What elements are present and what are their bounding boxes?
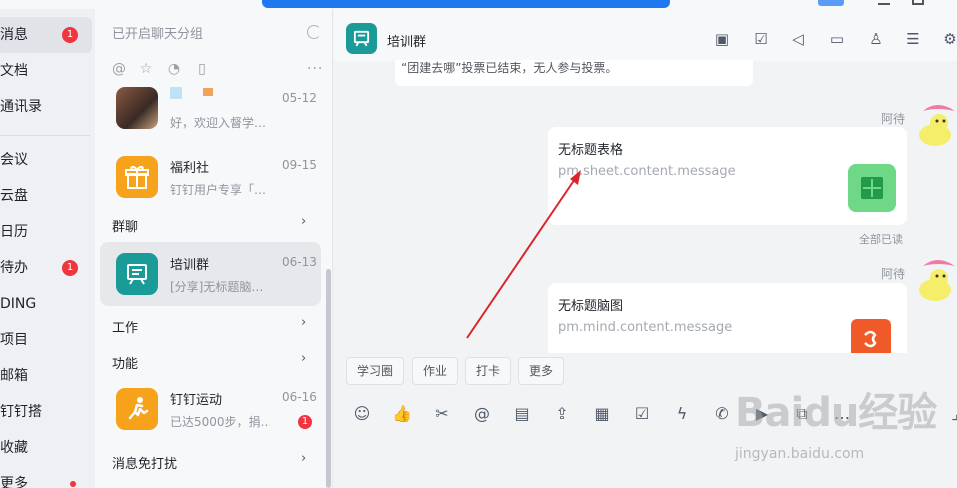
nav-label: 钉钉搭 — [0, 404, 42, 420]
watermark-logo-text: Baidu经验 — [735, 390, 937, 436]
conversation-preview: 钉钉用户专享「… — [170, 183, 267, 197]
star-icon[interactable]: ☆ — [138, 61, 154, 77]
nav-item-meeting[interactable]: 会议 — [0, 142, 92, 178]
conversation-title: 培训群 — [170, 258, 210, 273]
nav-label: 会议 — [0, 152, 28, 168]
nav-divider — [0, 135, 90, 136]
conversation-item[interactable]: 05-12 好，欢迎入督学… — [100, 81, 321, 143]
chat-grouping-label: 已开启聊天分组 — [112, 27, 204, 42]
more-icon[interactable]: ··· — [307, 61, 323, 77]
nav-label: 待办 — [0, 260, 28, 276]
chevron-right-icon[interactable]: › — [301, 451, 306, 466]
nav-item-cloud-disk[interactable]: 云盘 — [0, 178, 92, 214]
nav-item-docs[interactable]: 文档 — [0, 53, 92, 89]
unread-badge: 1 — [298, 415, 312, 429]
at-icon[interactable]: @ — [111, 61, 127, 77]
nav-item-messages[interactable]: 消息 1 — [0, 17, 92, 53]
nav-item-more[interactable]: 更多 — [0, 466, 92, 488]
nav-item-ding[interactable]: DING — [0, 286, 92, 322]
emoji-icon — [203, 88, 213, 96]
conversation-time: 06-13 — [282, 255, 317, 269]
chevron-right-icon[interactable]: › — [301, 351, 306, 366]
conversation-preview: [分享]无标题脑… — [170, 280, 264, 294]
conversation-avatar — [116, 87, 158, 129]
unread-badge: 1 — [62, 27, 78, 43]
nav-label: DING — [0, 296, 37, 312]
refresh-icon[interactable] — [307, 25, 321, 39]
conversation-preview: 已达5000步，捐… — [170, 415, 270, 429]
conversation-preview: 好，欢迎入督学… — [170, 116, 267, 130]
notification-dot — [70, 481, 76, 487]
conversation-title: 钉钉运动 — [170, 393, 223, 408]
training-group-icon — [116, 253, 158, 295]
conversation-item[interactable]: 福利社 09-15 钉钉用户专享「… — [100, 145, 321, 209]
group-chat-section[interactable]: 群聊 — [112, 216, 138, 235]
conversation-time: 09-15 — [282, 158, 317, 172]
nav-item-favorites[interactable]: 收藏 — [0, 430, 92, 466]
dnd-section[interactable]: 消息免打扰 — [112, 453, 177, 472]
watermark: Baidu经验 jingyan.baidu.com — [735, 380, 957, 470]
nav-item-todo[interactable]: 待办 1 — [0, 250, 92, 286]
nav-label: 通讯录 — [0, 99, 42, 115]
nav-item-contacts[interactable]: 通讯录 — [0, 89, 92, 125]
filter-row: @ ☆ ◔ ▯ ··· — [111, 61, 323, 77]
chevron-right-icon[interactable]: › — [301, 214, 306, 229]
user-status-button[interactable] — [818, 0, 844, 6]
nav-label: 收藏 — [0, 440, 28, 456]
unread-badge: 1 — [62, 260, 78, 276]
bookmark-icon[interactable]: ▯ — [194, 61, 210, 77]
function-section[interactable]: 功能 — [112, 353, 138, 372]
conversation-title: 福利社 — [170, 161, 210, 176]
nav-label: 日历 — [0, 224, 28, 240]
nav-item-dingda[interactable]: 钉钉搭 — [0, 394, 92, 430]
emoji-icon — [170, 87, 182, 99]
nav-label: 文档 — [0, 63, 28, 79]
nav-label: 云盘 — [0, 188, 28, 204]
nav-item-calendar[interactable]: 日历 — [0, 214, 92, 250]
work-section[interactable]: 工作 — [112, 317, 138, 336]
watermark-url: jingyan.baidu.com — [735, 446, 865, 462]
conversation-list: 已开启聊天分组 @ ☆ ◔ ▯ ··· 05-12 好，欢迎入督学… 福利社 0… — [95, 9, 333, 488]
title-bar — [0, 0, 957, 9]
nav-label: 项目 — [0, 332, 28, 348]
clock-icon[interactable]: ◔ — [166, 61, 182, 77]
left-nav: 消息 1 文档 通讯录 会议 云盘 日历 待办 1 DING 项目 邮箱 钉钉搭… — [0, 9, 95, 488]
nav-label: 邮箱 — [0, 368, 28, 384]
conversation-time: 05-12 — [282, 91, 317, 105]
chevron-right-icon[interactable]: › — [301, 315, 306, 330]
nav-label: 消息 — [0, 27, 28, 43]
minimize-icon[interactable] — [878, 3, 890, 5]
conversation-time: 06-16 — [282, 390, 317, 404]
nav-item-mail[interactable]: 邮箱 — [0, 358, 92, 394]
conversation-item[interactable]: 钉钉运动 06-16 已达5000步，捐… 1 — [100, 377, 321, 441]
scrollbar[interactable] — [326, 269, 331, 488]
running-icon — [116, 388, 158, 430]
conversation-item-selected[interactable]: 培训群 06-13 [分享]无标题脑… — [100, 242, 321, 306]
nav-item-project[interactable]: 项目 — [0, 322, 92, 358]
maximize-icon[interactable] — [912, 0, 924, 5]
search-bar[interactable] — [262, 0, 670, 8]
nav-label: 更多 — [0, 476, 28, 488]
gift-icon — [116, 156, 158, 198]
dingtalk-window: 消息 1 文档 通讯录 会议 云盘 日历 待办 1 DING 项目 邮箱 钉钉搭… — [0, 0, 957, 488]
